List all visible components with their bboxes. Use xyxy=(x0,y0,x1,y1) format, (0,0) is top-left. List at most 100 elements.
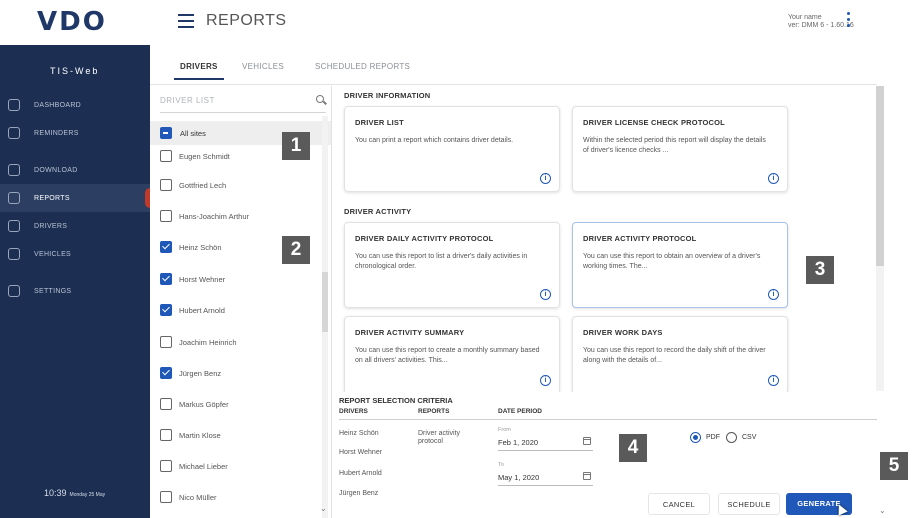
sidebar-item-dashboard[interactable]: DASHBOARD xyxy=(0,91,150,119)
date-to-value: May 1, 2020 xyxy=(498,473,540,482)
driver-checkbox[interactable] xyxy=(160,304,172,316)
date-from-field[interactable]: From Feb 1, 2020 xyxy=(498,427,593,451)
user-version: ver: DMM 6 - 1.60.16 xyxy=(788,22,854,29)
tab-scheduled-reports[interactable]: SCHEDULED REPORTS xyxy=(315,62,410,71)
report-card-driver-activity-protocol[interactable]: DRIVER ACTIVITY PROTOCOL You can use thi… xyxy=(572,222,788,308)
reports-scrollbar[interactable] xyxy=(876,86,884,391)
criteria-title: REPORT SELECTION CRITERIA xyxy=(339,396,453,405)
sidebar-item-label: REPORTS xyxy=(34,194,70,202)
driver-name: Martin Klose xyxy=(179,431,221,440)
driver-row[interactable]: Martin Klose xyxy=(150,424,322,448)
all-sites-label: All sites xyxy=(180,129,206,138)
driver-checkbox[interactable] xyxy=(160,241,172,253)
user-info[interactable]: Your name ver: DMM 6 - 1.60.16 xyxy=(788,14,854,30)
report-card-driver-work-days[interactable]: DRIVER WORK DAYS You can use this report… xyxy=(572,316,788,394)
report-card-driver-activity-summary[interactable]: DRIVER ACTIVITY SUMMARY You can use this… xyxy=(344,316,560,394)
callout-3: 3 xyxy=(806,256,834,284)
all-sites-checkbox[interactable] xyxy=(160,127,172,139)
divider xyxy=(339,419,877,420)
info-icon[interactable]: i xyxy=(540,289,551,300)
driver-checkbox[interactable] xyxy=(160,336,172,348)
driver-row[interactable]: Markus Göpfer xyxy=(150,393,322,417)
selected-driver: Hubert Arnold xyxy=(339,470,382,477)
driver-row[interactable]: Horst Wehner xyxy=(150,268,322,292)
section-driver-activity: DRIVER ACTIVITY xyxy=(344,207,412,216)
driver-checkbox[interactable] xyxy=(160,273,172,285)
scrollbar-thumb[interactable] xyxy=(876,86,884,266)
info-icon[interactable]: i xyxy=(540,173,551,184)
more-vert-icon[interactable] xyxy=(845,12,851,32)
tab-vehicles[interactable]: VEHICLES xyxy=(242,62,284,71)
card-title: DRIVER LIST xyxy=(355,118,404,127)
card-title: DRIVER DAILY ACTIVITY PROTOCOL xyxy=(355,234,494,243)
chevron-down-icon[interactable]: ⌄ xyxy=(320,504,327,513)
driver-name: Markus Göpfer xyxy=(179,400,229,409)
report-card-driver-daily-activity[interactable]: DRIVER DAILY ACTIVITY PROTOCOL You can u… xyxy=(344,222,560,308)
driver-row[interactable]: Michael Lieber xyxy=(150,455,322,479)
driver-checkbox[interactable] xyxy=(160,398,172,410)
driver-row[interactable]: Hans-Joachim Arthur xyxy=(150,205,322,229)
driver-list-scrollbar[interactable] xyxy=(322,116,328,518)
callout-1: 1 xyxy=(282,132,310,160)
format-pdf-label: PDF xyxy=(706,434,720,441)
format-csv-radio[interactable] xyxy=(726,432,737,443)
truck-icon xyxy=(8,248,20,260)
callout-5: 5 xyxy=(880,452,908,480)
scrollbar-thumb[interactable] xyxy=(322,272,328,332)
tab-drivers[interactable]: DRIVERS xyxy=(174,62,224,80)
sidebar-item-settings[interactable]: SETTINGS xyxy=(0,277,150,305)
driver-row[interactable]: Hubert Arnold xyxy=(150,299,322,323)
card-title: DRIVER WORK DAYS xyxy=(583,328,663,337)
driver-name: Gottfried Lech xyxy=(179,181,227,190)
report-card-driver-list[interactable]: DRIVER LIST You can print a report which… xyxy=(344,106,560,192)
report-card-driver-license-check[interactable]: DRIVER LICENSE CHECK PROTOCOL Within the… xyxy=(572,106,788,192)
driver-row[interactable]: Gottfried Lech xyxy=(150,174,322,198)
driver-search-input[interactable]: DRIVER LIST xyxy=(160,91,326,113)
driver-row[interactable]: Nico Müller xyxy=(150,486,322,510)
menu-icon[interactable] xyxy=(178,14,194,28)
chevron-down-icon[interactable]: ⌄ xyxy=(879,506,886,515)
sidebar-item-vehicles[interactable]: VEHICLES xyxy=(0,240,150,268)
info-icon[interactable]: i xyxy=(768,173,779,184)
app-title: TIS-Web xyxy=(50,66,100,76)
col-date-period: DATE PERIOD xyxy=(498,408,542,415)
callout-4: 4 xyxy=(619,434,647,462)
driver-row[interactable]: Joachim Heinrich xyxy=(150,331,322,355)
sidebar-item-reports[interactable]: REPORTS xyxy=(0,184,155,212)
search-icon[interactable] xyxy=(316,95,324,103)
calendar-icon[interactable] xyxy=(583,437,591,445)
driver-checkbox[interactable] xyxy=(160,150,172,162)
card-description: You can print a report which contains dr… xyxy=(355,137,514,144)
settings-icon xyxy=(8,285,20,297)
driver-row[interactable]: Jürgen Benz xyxy=(150,362,322,386)
driver-checkbox[interactable] xyxy=(160,491,172,503)
info-icon[interactable]: i xyxy=(768,289,779,300)
col-drivers: DRIVERS xyxy=(339,408,368,415)
app-root: VDO REPORTS Your name ver: DMM 6 - 1.60.… xyxy=(0,0,915,518)
driver-checkbox[interactable] xyxy=(160,460,172,472)
schedule-button[interactable]: SCHEDULE xyxy=(718,493,780,515)
calendar-icon[interactable] xyxy=(583,472,591,480)
info-icon[interactable]: i xyxy=(768,375,779,386)
format-pdf-radio[interactable] xyxy=(690,432,701,443)
selected-report: Driver activity protocol xyxy=(418,430,461,445)
sidebar-item-reminders[interactable]: REMINDERS xyxy=(0,119,150,147)
driver-checkbox[interactable] xyxy=(160,210,172,222)
sidebar-item-download[interactable]: DOWNLOAD xyxy=(0,156,150,184)
card-title: DRIVER LICENSE CHECK PROTOCOL xyxy=(583,118,725,127)
top-header: VDO REPORTS Your name ver: DMM 6 - 1.60.… xyxy=(0,0,915,45)
cancel-button[interactable]: CANCEL xyxy=(648,493,710,515)
driver-checkbox[interactable] xyxy=(160,429,172,441)
info-icon[interactable]: i xyxy=(540,375,551,386)
sidebar-item-drivers[interactable]: DRIVERS xyxy=(0,212,150,240)
date-to-field[interactable]: To May 1, 2020 xyxy=(498,462,593,486)
card-description: You can use this report to list a driver… xyxy=(355,253,528,270)
driver-checkbox[interactable] xyxy=(160,367,172,379)
selected-driver: Horst Wehner xyxy=(339,449,383,456)
sidebar-item-label: SETTINGS xyxy=(34,287,72,295)
driver-checkbox[interactable] xyxy=(160,179,172,191)
sidebar-item-label: DASHBOARD xyxy=(34,101,82,109)
download-icon xyxy=(8,164,20,176)
user-name: Your name xyxy=(788,14,822,21)
clock-date: Monday 25 May xyxy=(69,492,106,498)
